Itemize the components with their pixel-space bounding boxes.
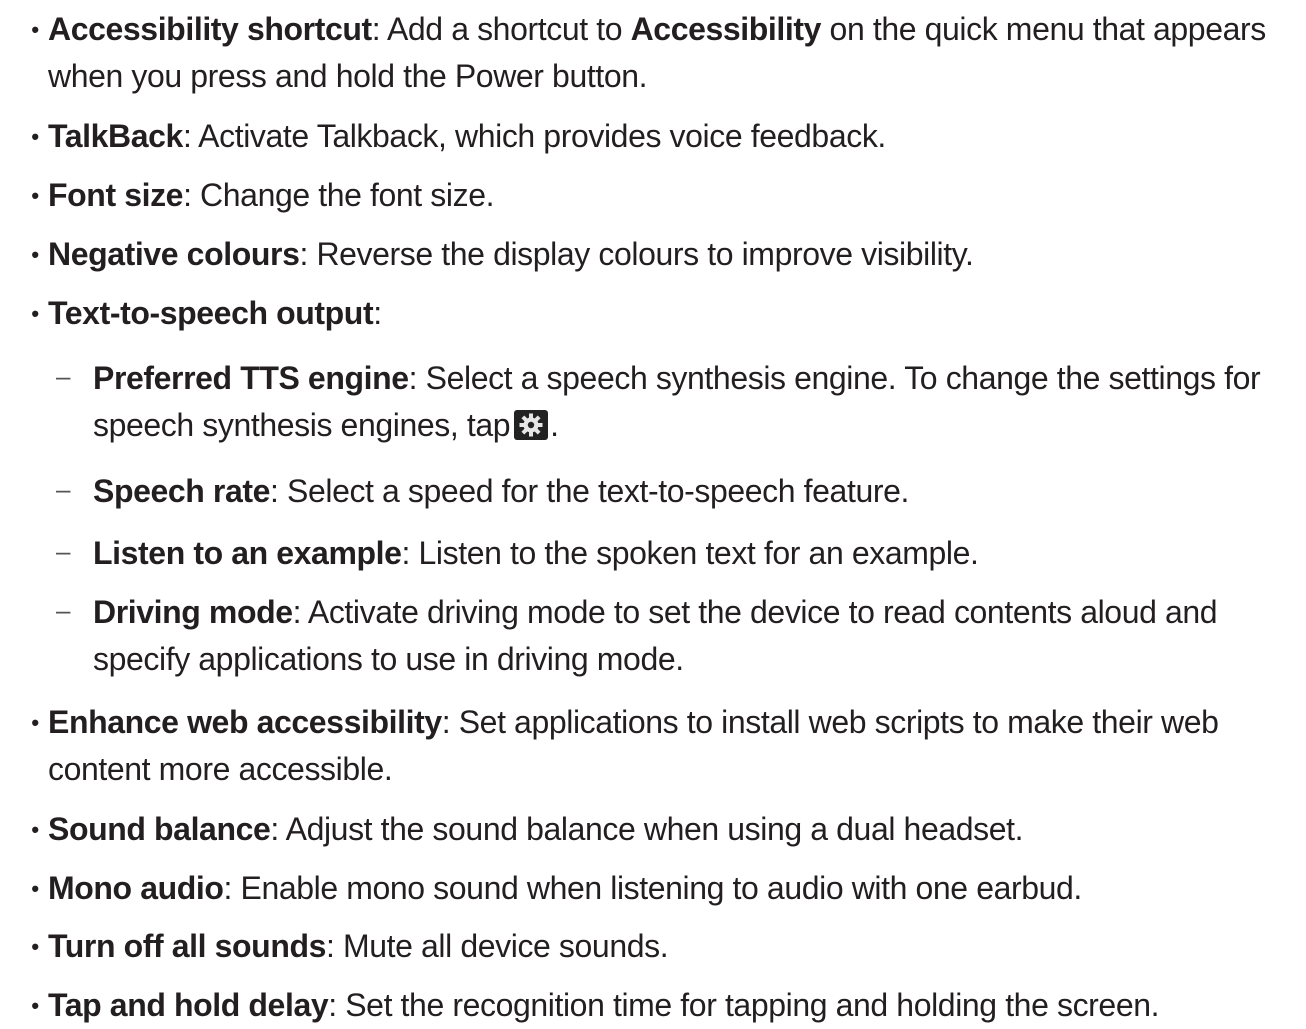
list-item-text: Mono audio: Enable mono sound when liste… (48, 870, 1082, 906)
list-item-text: Tap and hold delay: Set the recognition … (48, 987, 1160, 1023)
list-item-font-size: • Font size: Change the font size. (0, 172, 1300, 219)
term: Mono audio (48, 870, 224, 906)
list-item-text: Negative colours: Reverse the display co… (48, 236, 974, 272)
term: Font size (48, 177, 184, 213)
list-item-text: TalkBack: Activate Talkback, which provi… (48, 118, 886, 154)
bullet: • (31, 17, 39, 42)
list-item-text: Sound balance: Adjust the sound balance … (48, 811, 1024, 847)
sub-item-listen-to-an-example: – Listen to an example: Listen to the sp… (0, 530, 1300, 577)
bullet: • (31, 301, 39, 326)
bullet: • (31, 934, 39, 959)
term: Negative colours (48, 236, 300, 272)
dash: – (55, 474, 71, 504)
term: Accessibility shortcut (48, 11, 372, 47)
sub-item-preferred-tts-engine: – Preferred TTS engine: Select a speech … (0, 355, 1300, 449)
sub-item-text: Preferred TTS engine: Select a speech sy… (93, 360, 1261, 443)
dash: – (55, 361, 71, 391)
term: Tap and hold delay (48, 987, 329, 1023)
list-item-text: Turn off all sounds: Mute all device sou… (48, 928, 669, 964)
term: Sound balance (48, 811, 271, 847)
list-item-text: Text-to-speech output: (48, 295, 382, 331)
bullet: • (31, 183, 39, 208)
sub-item-text: Driving mode: Activate driving mode to s… (93, 594, 1218, 677)
term: Preferred TTS engine (93, 360, 409, 396)
list-item-mono-audio: • Mono audio: Enable mono sound when lis… (0, 865, 1300, 912)
list-item-turn-off-all-sounds: • Turn off all sounds: Mute all device s… (0, 923, 1300, 970)
list-item-text: Accessibility shortcut: Add a shortcut t… (48, 11, 1266, 94)
sub-item-text: Speech rate: Select a speed for the text… (93, 473, 909, 509)
term: Driving mode (93, 594, 293, 630)
settings-gear-icon (514, 410, 549, 440)
list-item-text: Enhance web accessibility: Set applicati… (48, 704, 1219, 787)
list-item-enhance-web-accessibility: • Enhance web accessibility: Set applica… (0, 699, 1300, 793)
sub-item-speech-rate: – Speech rate: Select a speed for the te… (0, 468, 1300, 515)
sub-item-text: Listen to an example: Listen to the spok… (93, 535, 979, 571)
term: Enhance web accessibility (48, 704, 442, 740)
bullet: • (31, 817, 39, 842)
term: Speech rate (93, 473, 271, 509)
bullet: • (31, 124, 39, 149)
list-item-accessibility-shortcut: • Accessibility shortcut: Add a shortcut… (0, 6, 1300, 100)
term: Listen to an example (93, 535, 402, 571)
term: Text-to-speech output (48, 295, 374, 331)
dash: – (55, 595, 71, 625)
bullet: • (31, 710, 39, 735)
term-inline: Accessibility (630, 11, 822, 47)
dash: – (55, 536, 71, 566)
list-item-tap-and-hold-delay: • Tap and hold delay: Set the recognitio… (0, 982, 1300, 1029)
list-item-talkback: • TalkBack: Activate Talkback, which pro… (0, 113, 1300, 160)
term: TalkBack (48, 118, 183, 154)
bullet: • (31, 876, 39, 901)
bullet: • (31, 242, 39, 267)
list-item-sound-balance: • Sound balance: Adjust the sound balanc… (0, 806, 1300, 853)
list-item-negative-colours: • Negative colours: Reverse the display … (0, 231, 1300, 278)
list-item-text: Font size: Change the font size. (48, 177, 495, 213)
sub-item-driving-mode: – Driving mode: Activate driving mode to… (0, 589, 1300, 683)
term: Turn off all sounds (48, 928, 327, 964)
bullet: • (31, 993, 39, 1018)
list-item-text-to-speech-output: • Text-to-speech output: (0, 290, 1300, 337)
